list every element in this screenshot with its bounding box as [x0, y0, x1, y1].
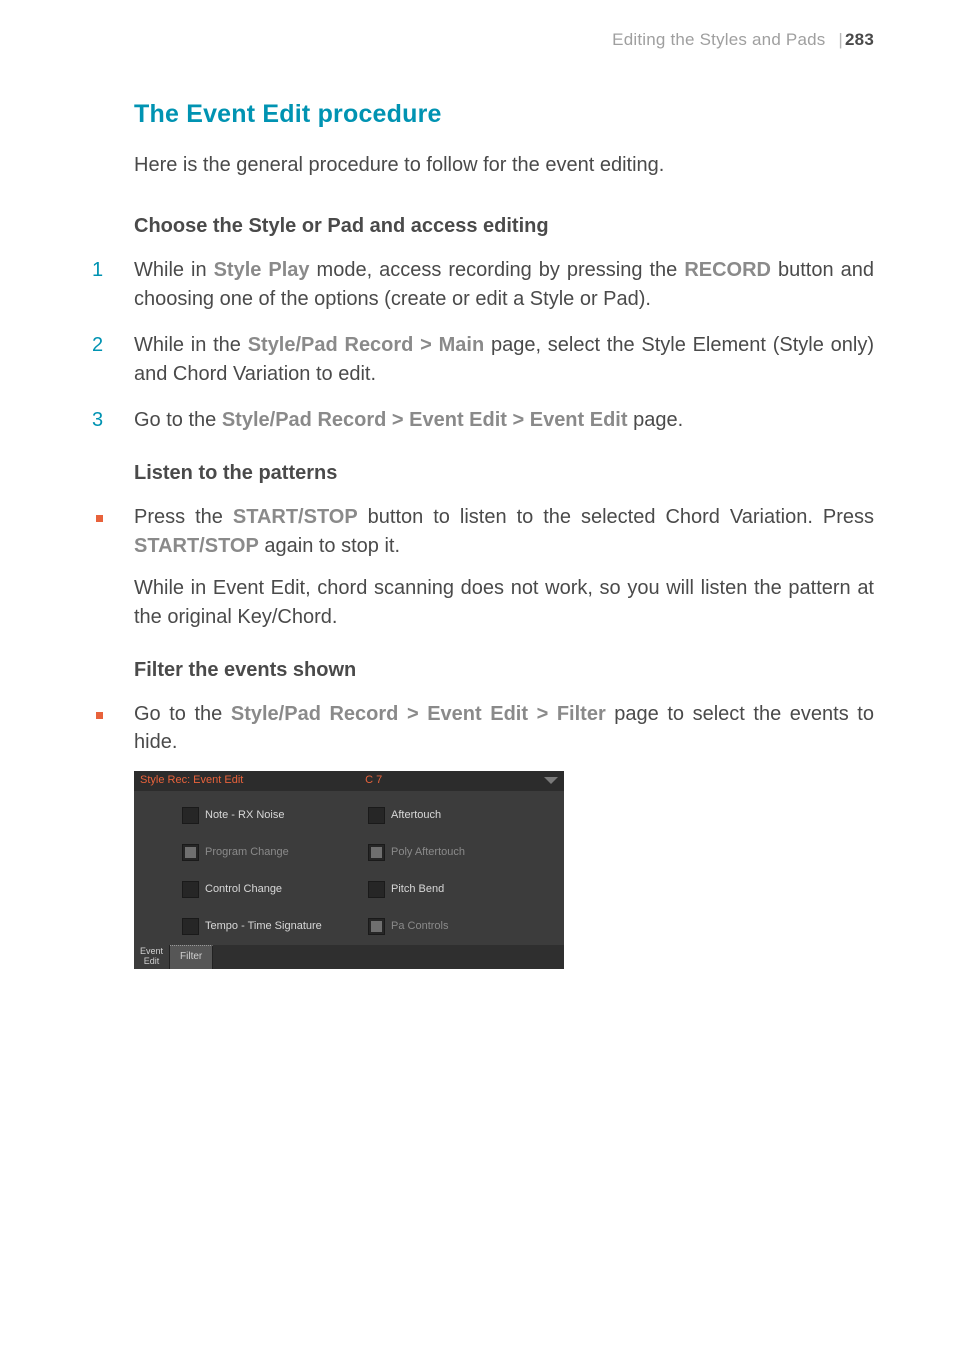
- filter-aftertouch[interactable]: Aftertouch: [368, 807, 542, 824]
- checkbox-icon[interactable]: [368, 881, 385, 898]
- filter-label: Aftertouch: [391, 810, 441, 821]
- step-3-text-a: Go to the: [134, 409, 222, 431]
- device-screenshot: Style Rec: Event Edit C 7 Note - RX Nois…: [134, 771, 564, 969]
- step-3: Go to the Style/Pad Record > Event Edit …: [92, 406, 874, 434]
- checkbox-on-icon[interactable]: [182, 844, 199, 861]
- step-1: While in Style Play mode, access recordi…: [92, 256, 874, 313]
- step-1-text-b: mode, access recording by pressing the: [310, 259, 685, 281]
- filter-label: Poly Aftertouch: [391, 847, 465, 858]
- bullet-listen-continuation: While in Event Edit, chord scanning does…: [134, 574, 874, 631]
- bullet-listen-text-b: button to listen to the selected Chord V…: [358, 506, 874, 528]
- checkbox-icon[interactable]: [368, 807, 385, 824]
- bullet-list-filter: Go to the Style/Pad Record > Event Edit …: [92, 700, 874, 757]
- chapter-title: Editing the Styles and Pads: [612, 30, 825, 49]
- device-title-chord: C 7: [243, 775, 544, 786]
- tab-event-edit[interactable]: Event Edit: [134, 945, 170, 969]
- device-title-text: Style Rec: Event Edit: [140, 775, 243, 786]
- bullet-list-listen: Press the START/STOP button to listen to…: [92, 503, 874, 631]
- dropdown-icon[interactable]: [544, 777, 558, 784]
- filter-label: Control Change: [205, 884, 282, 895]
- ui-ref-event-edit: Style/Pad Record > Event Edit > Event Ed…: [222, 409, 628, 431]
- step-3-text-b: page.: [628, 409, 684, 431]
- tab-filter-label: Filter: [180, 952, 202, 962]
- bullet-filter-text-a: Go to the: [134, 703, 231, 725]
- filter-label: Note - RX Noise: [205, 810, 284, 821]
- step-1-text-a: While in: [134, 259, 214, 281]
- device-titlebar: Style Rec: Event Edit C 7: [134, 771, 564, 791]
- sub-heading-listen: Listen to the patterns: [134, 462, 874, 485]
- sub-heading-filter: Filter the events shown: [134, 659, 874, 682]
- filter-label: Pitch Bend: [391, 884, 444, 895]
- filter-label: Pa Controls: [391, 921, 448, 932]
- tab-filter[interactable]: Filter: [170, 945, 213, 969]
- filter-label: Tempo - Time Signature: [205, 921, 322, 932]
- filter-note-rx-noise[interactable]: Note - RX Noise: [182, 807, 368, 824]
- filter-pa-controls[interactable]: Pa Controls: [368, 918, 542, 935]
- filter-program-change[interactable]: Program Change: [182, 844, 368, 861]
- ui-ref-start-stop-2: START/STOP: [134, 535, 259, 557]
- intro-text: Here is the general procedure to follow …: [134, 151, 874, 179]
- checkbox-on-icon[interactable]: [368, 844, 385, 861]
- filter-pitch-bend[interactable]: Pitch Bend: [368, 881, 542, 898]
- header-separator: |: [830, 30, 845, 49]
- steps-list: While in Style Play mode, access recordi…: [92, 256, 874, 434]
- device-body: Note - RX Noise Aftertouch Program Chang…: [134, 791, 564, 945]
- step-2: While in the Style/Pad Record > Main pag…: [92, 331, 874, 388]
- bullet-filter-1: Go to the Style/Pad Record > Event Edit …: [92, 700, 874, 757]
- ui-ref-record: RECORD: [684, 259, 771, 281]
- checkbox-icon[interactable]: [182, 881, 199, 898]
- filter-control-change[interactable]: Control Change: [182, 881, 368, 898]
- bullet-listen-text-a: Press the: [134, 506, 233, 528]
- checkbox-icon[interactable]: [182, 807, 199, 824]
- device-tabs: Event Edit Filter: [134, 945, 564, 969]
- ui-ref-record-main: Style/Pad Record > Main: [248, 334, 485, 356]
- tab-event-edit-line2: Edit: [144, 957, 160, 967]
- checkbox-on-icon[interactable]: [368, 918, 385, 935]
- sub-heading-choose: Choose the Style or Pad and access editi…: [134, 215, 874, 238]
- filter-grid: Note - RX Noise Aftertouch Program Chang…: [182, 807, 542, 935]
- ui-ref-style-play: Style Play: [214, 259, 310, 281]
- filter-tempo-time-signature[interactable]: Tempo - Time Signature: [182, 918, 368, 935]
- page-header: Editing the Styles and Pads |283: [92, 30, 874, 50]
- ui-ref-event-filter: Style/Pad Record > Event Edit > Filter: [231, 703, 606, 725]
- step-2-text-a: While in the: [134, 334, 248, 356]
- bullet-listen-text-c: again to stop it.: [259, 535, 400, 557]
- checkbox-icon[interactable]: [182, 918, 199, 935]
- page-number: 283: [845, 30, 874, 49]
- section-heading: The Event Edit procedure: [134, 100, 874, 129]
- ui-ref-start-stop-1: START/STOP: [233, 506, 358, 528]
- filter-poly-aftertouch[interactable]: Poly Aftertouch: [368, 844, 542, 861]
- bullet-listen-1: Press the START/STOP button to listen to…: [92, 503, 874, 631]
- filter-label: Program Change: [205, 847, 289, 858]
